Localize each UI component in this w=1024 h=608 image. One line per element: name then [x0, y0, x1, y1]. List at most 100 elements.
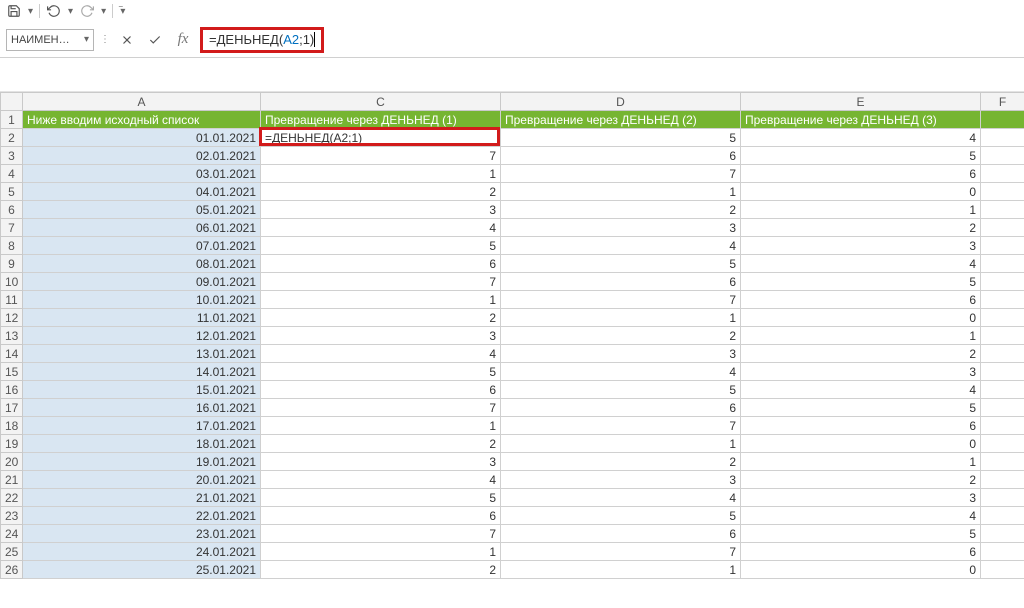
cell[interactable]: 6 — [741, 165, 981, 183]
row-header[interactable]: 18 — [1, 417, 23, 435]
cell[interactable]: 5 — [741, 147, 981, 165]
cell[interactable]: 2 — [261, 435, 501, 453]
cell[interactable]: 2 — [261, 309, 501, 327]
column-header-row[interactable]: A C D E F — [1, 93, 1024, 111]
cell[interactable] — [981, 345, 1024, 363]
table-row[interactable]: 403.01.2021176 — [1, 165, 1024, 183]
sheet-table[interactable]: A C D E F 1Ниже вводим исходный списокПр… — [0, 92, 1024, 579]
cell[interactable]: 4 — [261, 345, 501, 363]
cell[interactable]: 13.01.2021 — [23, 345, 261, 363]
table-row[interactable]: 1Ниже вводим исходный списокПревращение … — [1, 111, 1024, 129]
cell[interactable]: 1 — [261, 291, 501, 309]
cell[interactable]: 5 — [501, 255, 741, 273]
row-header[interactable]: 23 — [1, 507, 23, 525]
cell[interactable]: 7 — [261, 525, 501, 543]
cell[interactable]: =ДЕНЬНЕД(A2;1) — [261, 129, 501, 147]
cell[interactable]: 1 — [741, 453, 981, 471]
cell[interactable]: Превращение через ДЕНЬНЕД (1) — [261, 111, 501, 129]
cell[interactable] — [981, 291, 1024, 309]
table-row[interactable]: 706.01.2021432 — [1, 219, 1024, 237]
cell[interactable]: 6 — [261, 255, 501, 273]
cell[interactable]: 2 — [261, 183, 501, 201]
cell[interactable]: Превращение через ДЕНЬНЕД (2) — [501, 111, 741, 129]
chevron-down-icon[interactable]: ▾ — [68, 6, 73, 17]
cell[interactable]: 7 — [261, 147, 501, 165]
row-header[interactable]: 22 — [1, 489, 23, 507]
cell[interactable]: 12.01.2021 — [23, 327, 261, 345]
table-row[interactable]: 2625.01.2021210 — [1, 561, 1024, 579]
cell[interactable]: 06.01.2021 — [23, 219, 261, 237]
cell[interactable]: 3 — [261, 201, 501, 219]
table-row[interactable]: 2019.01.2021321 — [1, 453, 1024, 471]
row-header[interactable]: 12 — [1, 309, 23, 327]
row-header[interactable]: 2 — [1, 129, 23, 147]
cell[interactable]: 3 — [501, 219, 741, 237]
cell[interactable] — [981, 309, 1024, 327]
table-row[interactable]: 807.01.2021543 — [1, 237, 1024, 255]
row-header[interactable]: 9 — [1, 255, 23, 273]
cell[interactable]: 20.01.2021 — [23, 471, 261, 489]
cell[interactable]: 2 — [741, 219, 981, 237]
cell[interactable]: 17.01.2021 — [23, 417, 261, 435]
chevron-down-icon[interactable]: ▾ — [101, 6, 106, 17]
cell[interactable] — [981, 435, 1024, 453]
cell[interactable]: 3 — [741, 237, 981, 255]
row-header[interactable]: 6 — [1, 201, 23, 219]
cell[interactable] — [981, 237, 1024, 255]
cell[interactable]: 4 — [741, 255, 981, 273]
cancel-icon[interactable] — [116, 29, 138, 51]
cell[interactable]: 5 — [501, 507, 741, 525]
cell[interactable]: 7 — [501, 417, 741, 435]
cell[interactable]: 1 — [741, 201, 981, 219]
table-row[interactable]: 2221.01.2021543 — [1, 489, 1024, 507]
cell[interactable]: 1 — [261, 543, 501, 561]
cell[interactable]: 2 — [501, 453, 741, 471]
cell[interactable]: 7 — [501, 165, 741, 183]
cell[interactable]: 16.01.2021 — [23, 399, 261, 417]
cell[interactable]: 11.01.2021 — [23, 309, 261, 327]
row-header[interactable]: 17 — [1, 399, 23, 417]
cell[interactable]: 5 — [261, 489, 501, 507]
customize-qat-icon[interactable]: ‾▾ — [119, 6, 123, 17]
row-header[interactable]: 13 — [1, 327, 23, 345]
spreadsheet-grid[interactable]: A C D E F 1Ниже вводим исходный списокПр… — [0, 92, 1024, 579]
cell[interactable]: 1 — [501, 435, 741, 453]
cell[interactable]: 4 — [741, 507, 981, 525]
table-row[interactable]: 1009.01.2021765 — [1, 273, 1024, 291]
undo-icon[interactable] — [46, 3, 62, 19]
cell[interactable]: 1 — [501, 183, 741, 201]
cell[interactable] — [981, 201, 1024, 219]
cell[interactable]: 0 — [741, 435, 981, 453]
cell[interactable]: 3 — [741, 489, 981, 507]
row-header[interactable]: 1 — [1, 111, 23, 129]
row-header[interactable]: 10 — [1, 273, 23, 291]
cell[interactable]: 2 — [741, 345, 981, 363]
chevron-down-icon[interactable]: ▾ — [84, 34, 89, 45]
cell[interactable]: 14.01.2021 — [23, 363, 261, 381]
table-row[interactable]: 1918.01.2021210 — [1, 435, 1024, 453]
cell[interactable]: 4 — [741, 129, 981, 147]
cell[interactable]: 09.01.2021 — [23, 273, 261, 291]
cell[interactable] — [981, 363, 1024, 381]
cell[interactable]: 1 — [501, 561, 741, 579]
cell[interactable] — [981, 399, 1024, 417]
cell[interactable]: 22.01.2021 — [23, 507, 261, 525]
formula-input[interactable]: =ДЕНЬНЕД(A2;1) — [200, 26, 1018, 54]
column-header[interactable]: F — [981, 93, 1024, 111]
cell[interactable]: 6 — [261, 381, 501, 399]
column-header[interactable]: C — [261, 93, 501, 111]
cell[interactable]: 2 — [741, 471, 981, 489]
redo-icon[interactable] — [79, 3, 95, 19]
cell[interactable]: 6 — [741, 417, 981, 435]
cell[interactable]: 01.01.2021 — [23, 129, 261, 147]
cell[interactable]: 10.01.2021 — [23, 291, 261, 309]
row-header[interactable]: 7 — [1, 219, 23, 237]
cell[interactable] — [981, 255, 1024, 273]
enter-icon[interactable] — [144, 29, 166, 51]
cell[interactable]: 0 — [741, 183, 981, 201]
cell[interactable]: 7 — [501, 291, 741, 309]
cell[interactable] — [981, 219, 1024, 237]
table-row[interactable]: 1615.01.2021654 — [1, 381, 1024, 399]
table-row[interactable]: 2423.01.2021765 — [1, 525, 1024, 543]
cell[interactable] — [981, 165, 1024, 183]
